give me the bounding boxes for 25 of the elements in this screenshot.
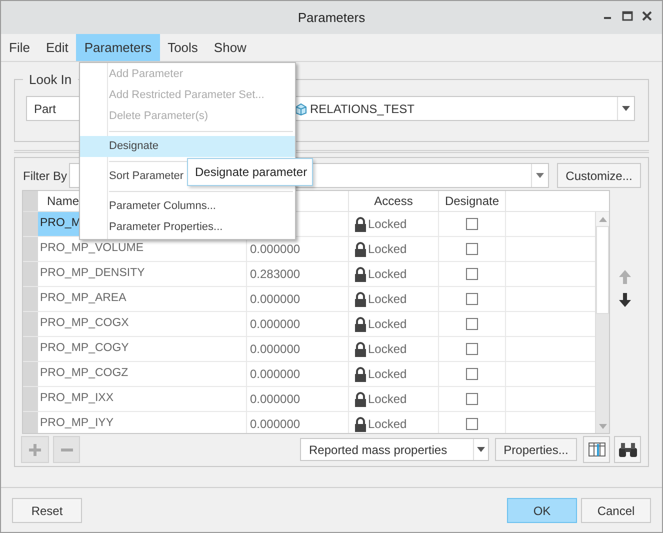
access-text: Locked xyxy=(368,416,407,433)
access-text: Locked xyxy=(368,391,407,408)
access-text: Locked xyxy=(368,341,407,358)
table-cell: PRO_MP_IXX xyxy=(38,387,247,411)
table-cell: PRO_MP_COGZ xyxy=(38,362,247,386)
table-cell: 0.000000 xyxy=(247,337,349,361)
table-cell: 0.000000 xyxy=(247,312,349,336)
access-text: Locked xyxy=(368,241,407,258)
access-text: Locked xyxy=(368,291,407,308)
table-cell: 0.283000 xyxy=(247,262,349,286)
window-title: Parameters xyxy=(298,8,366,27)
table-cell: PRO_MP_COGX xyxy=(38,312,247,336)
access-text: Locked xyxy=(368,316,407,333)
table-cell: PRO_MP_DENSITY xyxy=(38,262,247,286)
table-cell: 0.000000 xyxy=(247,287,349,311)
access-text: Locked xyxy=(368,266,407,283)
table-cell: PRO_MP_COGY xyxy=(38,337,247,361)
table-cell: 0.000000 xyxy=(247,412,349,433)
filter-label: Filter By xyxy=(23,168,68,184)
tooltip: Designate parameter xyxy=(187,158,313,186)
access-text: Locked xyxy=(368,216,407,233)
table-cell: 0.000000 xyxy=(247,387,349,411)
table-cell: 0.000000 xyxy=(247,362,349,386)
table-cell: PRO_MP_AREA xyxy=(38,287,247,311)
access-text: Locked xyxy=(368,366,407,383)
